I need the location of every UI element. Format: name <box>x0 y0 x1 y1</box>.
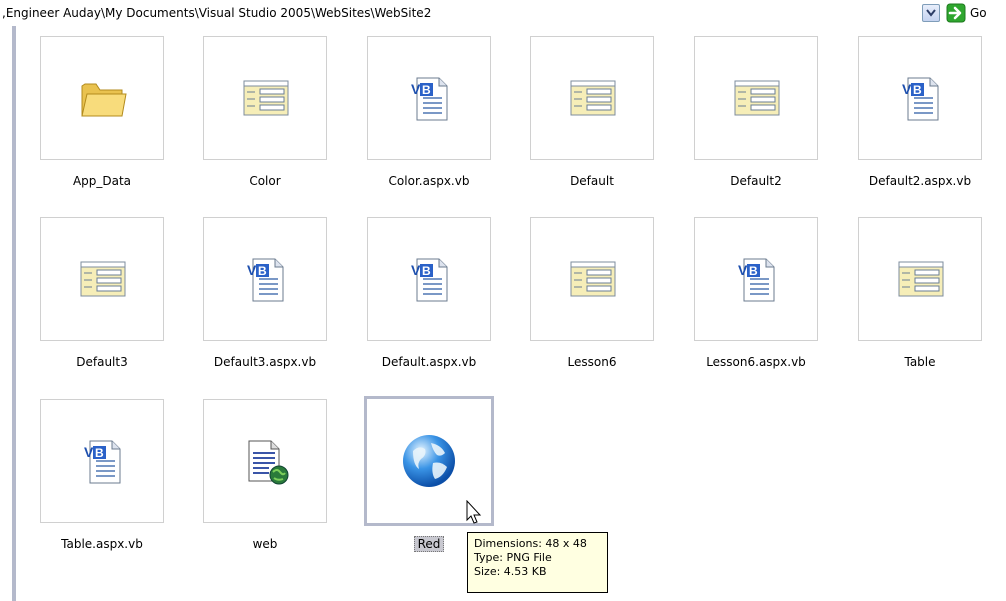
aspx-file-icon <box>898 261 944 297</box>
file-item-web[interactable]: web <box>188 399 348 569</box>
file-item-app-data[interactable]: App_Data <box>25 36 185 206</box>
svg-text:B: B <box>95 446 104 460</box>
thumbnail <box>694 36 818 160</box>
thumbnail <box>530 217 654 341</box>
svg-text:V: V <box>411 81 421 97</box>
vb-file-icon: V B <box>411 77 448 121</box>
thumbnail: V B <box>40 399 164 523</box>
mouse-cursor-icon <box>466 500 482 524</box>
globe-image-icon <box>403 435 455 487</box>
file-label: Default3.aspx.vb <box>213 355 317 369</box>
chevron-down-icon <box>926 9 936 17</box>
address-dropdown-button[interactable] <box>922 4 940 22</box>
aspx-file-icon <box>734 80 780 116</box>
file-label: Default2.aspx.vb <box>868 174 972 188</box>
svg-text:V: V <box>247 262 257 278</box>
file-label: Default.aspx.vb <box>381 355 477 369</box>
aspx-file-icon <box>570 80 616 116</box>
file-info-tooltip: Dimensions: 48 x 48 Type: PNG File Size:… <box>467 532 608 593</box>
file-label: Default3 <box>76 355 128 369</box>
file-item-default3[interactable]: Default3 <box>25 217 185 387</box>
vb-file-icon: V B <box>411 258 448 302</box>
file-item-color[interactable]: Color <box>188 36 348 206</box>
file-label: Lesson6.aspx.vb <box>706 355 806 369</box>
file-item-table-aspx-vb[interactable]: V B Table.aspx.vb <box>25 399 185 569</box>
file-label: Color.aspx.vb <box>388 174 470 188</box>
thumbnail: V B <box>203 217 327 341</box>
go-arrow-icon <box>946 3 966 23</box>
address-bar: ,Engineer Auday\My Documents\Visual Stud… <box>0 0 1006 26</box>
aspx-file-icon <box>243 80 289 116</box>
tooltip-dimensions: Dimensions: 48 x 48 <box>474 537 587 550</box>
thumbnail <box>203 399 327 523</box>
file-item-default-aspx-vb[interactable]: V B Default.aspx.vb <box>352 217 512 387</box>
file-item-table[interactable]: Table <box>843 217 1003 387</box>
file-item-default3-aspx-vb[interactable]: V B Default3.aspx.vb <box>188 217 348 387</box>
web-config-icon <box>248 440 289 485</box>
thumbnail <box>203 36 327 160</box>
thumbnail: V B <box>858 36 982 160</box>
file-item-lesson6[interactable]: Lesson6 <box>515 217 675 387</box>
svg-text:V: V <box>738 262 748 278</box>
folder-icon <box>81 83 127 117</box>
file-item-lesson6-aspx-vb[interactable]: V B Lesson6.aspx.vb <box>679 217 839 387</box>
thumbnail <box>530 36 654 160</box>
go-label: Go <box>970 6 987 20</box>
svg-text:V: V <box>84 444 94 460</box>
aspx-file-icon <box>570 261 616 297</box>
file-item-default2[interactable]: Default2 <box>679 36 839 206</box>
svg-text:B: B <box>422 83 431 97</box>
svg-text:B: B <box>258 264 267 278</box>
file-label: Color <box>249 174 281 188</box>
svg-text:V: V <box>411 262 421 278</box>
file-label: web <box>252 537 278 551</box>
thumbnail: V B <box>367 36 491 160</box>
vb-file-icon: V B <box>247 258 284 302</box>
file-item-default[interactable]: Default <box>515 36 675 206</box>
tooltip-type: Type: PNG File <box>474 551 552 564</box>
thumbnail <box>40 217 164 341</box>
svg-text:B: B <box>913 83 922 97</box>
file-label: Default2 <box>730 174 782 188</box>
file-label: Lesson6 <box>567 355 617 369</box>
file-item-color-aspx-vb[interactable]: V B Color.aspx.vb <box>352 36 512 206</box>
file-label: Default <box>570 174 614 188</box>
left-frame-border <box>12 26 16 601</box>
thumbnail: V B <box>367 217 491 341</box>
thumbnail <box>858 217 982 341</box>
vb-file-icon: V B <box>738 258 775 302</box>
vb-file-icon: V B <box>902 77 939 121</box>
svg-text:B: B <box>749 264 758 278</box>
address-path[interactable]: ,Engineer Auday\My Documents\Visual Stud… <box>2 4 431 22</box>
go-button[interactable]: Go <box>946 3 1006 23</box>
thumbnail <box>40 36 164 160</box>
file-label: Table.aspx.vb <box>61 537 143 551</box>
aspx-file-icon <box>80 261 126 297</box>
svg-text:V: V <box>902 81 912 97</box>
file-label: Table <box>904 355 936 369</box>
vb-file-icon: V B <box>84 440 121 484</box>
file-item-default2-aspx-vb[interactable]: V B Default2.aspx.vb <box>843 36 1003 206</box>
tooltip-size: Size: 4.53 KB <box>474 565 547 578</box>
svg-text:B: B <box>422 264 431 278</box>
file-label: App_Data <box>72 174 132 188</box>
thumbnail: V B <box>694 217 818 341</box>
